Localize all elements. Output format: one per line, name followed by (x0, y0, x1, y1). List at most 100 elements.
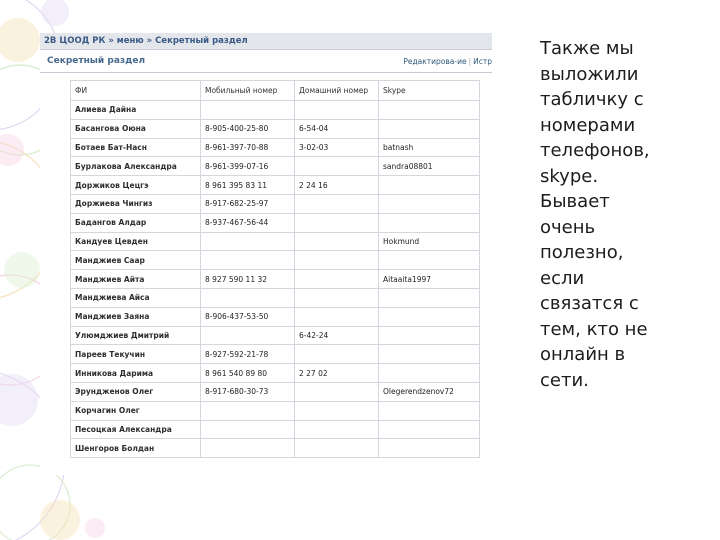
cell-mobile: 8-927-592-21-78 (200, 344, 295, 365)
cell-skype (378, 175, 480, 195)
cell-skype (378, 250, 480, 271)
cell-name: Манджиева Айса (70, 287, 201, 308)
cell-home (294, 231, 379, 252)
cell-home: 3-02-03 (294, 137, 379, 158)
cell-mobile: 8 961 540 89 80 (200, 363, 295, 383)
cell-name: Бурлакова Александра (70, 156, 201, 177)
cell-home: 2 24 16 (294, 175, 379, 195)
cell-home (294, 438, 379, 459)
cell-mobile (200, 438, 295, 459)
table-row: Манджиев Заяна 8-906-437-53-50 (70, 306, 480, 327)
cell-mobile: 8-905-400-25-80 (200, 118, 295, 139)
table-row: Доржиков Цецгэ 8 961 395 83 11 2 24 16 (70, 175, 480, 195)
cell-mobile (200, 325, 295, 346)
link-separator: | (468, 57, 472, 66)
table-row: Кандуев Цевден Hokmund (70, 231, 480, 252)
cell-home (294, 344, 379, 365)
section-header: Секретный раздел Редактирова-ие | Истр (40, 50, 492, 73)
column-header-name: ФИ (70, 80, 201, 101)
cell-mobile (200, 419, 295, 440)
cell-home: 6-54-04 (294, 118, 379, 139)
cell-mobile (200, 287, 295, 308)
cell-name: Улюмджиев Дмитрий (70, 325, 201, 346)
cell-home: 2 27 02 (294, 363, 379, 383)
cell-skype (378, 419, 480, 440)
cell-mobile: 8-917-680-30-73 (200, 381, 295, 402)
page-title: Секретный раздел (47, 56, 146, 66)
breadcrumb[interactable]: 2В ЦООД РК » меню » Секретный раздел (40, 33, 492, 50)
table-row: Доржиева Чингиз 8-917-682-25-97 (70, 193, 480, 214)
cell-mobile: 8 927 590 11 32 (200, 269, 295, 289)
cell-name: Корчагин Олег (70, 400, 201, 421)
cell-skype: batnash (378, 137, 480, 158)
cell-skype: Olegerendzenov72 (378, 381, 480, 402)
cell-mobile: 8-906-437-53-50 (200, 306, 295, 327)
cell-home (294, 306, 379, 327)
cell-skype (378, 193, 480, 214)
cell-home (294, 269, 379, 289)
cell-skype (378, 212, 480, 233)
cell-skype (378, 118, 480, 139)
table-body: Алиева Дайна Басангова Оюна 8-905-400-25-8… (70, 100, 480, 459)
column-header-mobile: Мобильный номер (200, 80, 295, 101)
table-row: Манджиев Саар (70, 250, 480, 271)
table-row: Бурлакова Александра 8-961-399-07-16 sandr… (70, 156, 480, 177)
cell-name: Доржиева Чингиз (70, 193, 201, 214)
cell-skype (378, 363, 480, 383)
cell-skype (378, 306, 480, 327)
table-row: Улюмджиев Дмитрий 6-42-24 (70, 325, 480, 346)
table-row: Ботаев Бат-Насн 8-961-397-70-88 3-02-03 bat… (70, 137, 480, 158)
table-row: Пареев Текучин 8-927-592-21-78 (70, 344, 480, 365)
cell-name: Инникова Дарима (70, 363, 201, 383)
table-header-row: ФИ Мобильный номер Домашний номер Skype (70, 80, 480, 101)
cell-home (294, 100, 379, 120)
cell-mobile (200, 100, 295, 120)
cell-skype: sandra08801 (378, 156, 480, 177)
cell-mobile: 8-917-682-25-97 (200, 193, 295, 214)
cell-name: Ботаев Бат-Насн (70, 137, 201, 158)
table-row: Инникова Дарима 8 961 540 89 80 2 27 02 (70, 363, 480, 383)
cell-name: Эрундженов Олег (70, 381, 201, 402)
cell-name: Манджиев Заяна (70, 306, 201, 327)
cell-name: Доржиков Цецгэ (70, 175, 201, 195)
cell-mobile (200, 400, 295, 421)
cell-skype (378, 287, 480, 308)
cell-home (294, 212, 379, 233)
cell-skype (378, 438, 480, 459)
cell-mobile: 8 961 395 83 11 (200, 175, 295, 195)
cell-home (294, 419, 379, 440)
screenshot-panel: 2В ЦООД РК » меню » Секретный раздел Сек… (40, 33, 492, 475)
table-row: Шенгоров Болдан (70, 438, 480, 459)
slide-caption: Также мы выложили табличку с номерами те… (540, 38, 650, 391)
cell-mobile (200, 231, 295, 252)
history-link[interactable]: Истр (473, 57, 492, 66)
cell-skype (378, 344, 480, 365)
table-row: Алиева Дайна (70, 100, 480, 120)
cell-home (294, 400, 379, 421)
cell-skype: Aitaaita1997 (378, 269, 480, 289)
table-row: Корчагин Олег (70, 400, 480, 421)
table-row: Эрундженов Олег 8-917-680-30-73 Olegerendz… (70, 381, 480, 402)
cell-mobile (200, 250, 295, 271)
cell-name: Бадангов Алдар (70, 212, 201, 233)
cell-mobile: 8-961-399-07-16 (200, 156, 295, 177)
cell-skype (378, 325, 480, 346)
contacts-table: ФИ Мобильный номер Домашний номер Skype … (70, 80, 480, 459)
cell-name: Шенгоров Болдан (70, 438, 201, 459)
cell-mobile: 8-937-467-56-44 (200, 212, 295, 233)
cell-name: Басангова Оюна (70, 118, 201, 139)
edit-link[interactable]: Редактирова-ие (403, 57, 466, 66)
table-row: Манджиева Айса (70, 287, 480, 308)
cell-name: Манджиев Саар (70, 250, 201, 271)
cell-name: Манджиев Айта (70, 269, 201, 289)
cell-name: Кандуев Цевден (70, 231, 201, 252)
column-header-skype: Skype (378, 80, 480, 101)
table-row: Бадангов Алдар 8-937-467-56-44 (70, 212, 480, 233)
column-header-home: Домашний номер (294, 80, 379, 101)
cell-skype (378, 400, 480, 421)
cell-name: Пареев Текучин (70, 344, 201, 365)
cell-skype (378, 100, 480, 120)
table-row: Манджиев Айта 8 927 590 11 32 Aitaaita1997 (70, 269, 480, 289)
header-links: Редактирова-ие | Истр (403, 57, 492, 66)
cell-home (294, 193, 379, 214)
